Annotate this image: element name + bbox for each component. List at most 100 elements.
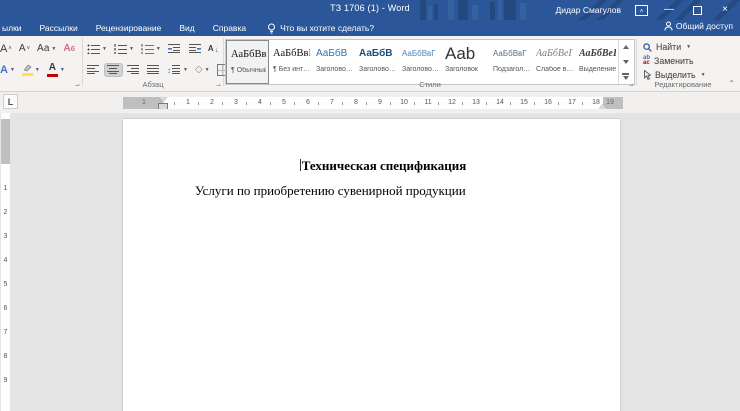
style-item[interactable]: АаБбВеГВыделение bbox=[575, 40, 618, 84]
ruler-number: 13 bbox=[471, 98, 481, 108]
document-body-line[interactable]: Услуги по приобретению сувенирной продук… bbox=[163, 183, 603, 199]
ruler-number: 7 bbox=[329, 98, 335, 108]
highlight-icon[interactable]: ▼ bbox=[20, 63, 42, 77]
tell-me-label: Что вы хотите сделать? bbox=[280, 23, 374, 33]
user-name[interactable]: Дидар Смагулов bbox=[556, 5, 621, 15]
grow-font-icon[interactable]: А˄ bbox=[0, 43, 14, 55]
share-button[interactable]: Общий доступ bbox=[664, 21, 733, 31]
style-item[interactable]: АаБбВвГПодзагол… bbox=[489, 40, 532, 84]
ruler-number: 8 bbox=[353, 98, 359, 108]
vertical-ruler[interactable]: 123456789 bbox=[1, 113, 10, 411]
collapse-ribbon-icon[interactable]: ⌃ bbox=[728, 79, 735, 88]
outdent-icon[interactable] bbox=[166, 43, 183, 55]
clear-formatting-icon[interactable]: Аб bbox=[61, 43, 77, 56]
replace-label: Заменить bbox=[654, 56, 694, 66]
ruler-number: 5 bbox=[1, 281, 10, 288]
style-item[interactable]: АabЗаголовок bbox=[441, 40, 489, 84]
align-right-icon[interactable] bbox=[125, 64, 142, 76]
gallery-scroll-up-icon[interactable] bbox=[619, 40, 632, 55]
styles-gallery: АаБбВвГ¶ Обычный АаБбВвГ¶ Без инт… АаБбВ… bbox=[225, 39, 635, 85]
replace-icon: abac bbox=[643, 56, 650, 66]
multilevel-list-icon[interactable]: ▼ bbox=[139, 43, 163, 55]
ruler-number: 2 bbox=[1, 209, 10, 216]
style-item[interactable]: АаБбВЗаголово… bbox=[355, 40, 398, 84]
align-center-icon[interactable] bbox=[105, 64, 122, 76]
line-spacing-icon[interactable]: ↕▼ bbox=[165, 64, 190, 76]
ruler-number: 3 bbox=[1, 233, 10, 240]
tab-review[interactable]: Рецензирование bbox=[87, 23, 171, 33]
ruler-number: 11 bbox=[423, 98, 432, 108]
bullets-icon[interactable]: ▼ bbox=[85, 43, 109, 55]
tab-selector[interactable]: L bbox=[3, 94, 18, 109]
hanging-indent-marker[interactable] bbox=[159, 104, 167, 109]
tell-me-search[interactable]: Что вы хотите сделать? bbox=[255, 23, 374, 34]
tab-view[interactable]: Вид bbox=[170, 23, 203, 33]
share-label: Общий доступ bbox=[676, 21, 733, 31]
ruler-margin-number: 1 bbox=[141, 98, 147, 108]
style-item[interactable]: АаБбВЗаголово… bbox=[312, 40, 355, 84]
titlebar: ТЗ 1706 (1) - Word Дидар Смагулов ˄ — × bbox=[0, 0, 740, 20]
ruler-number: 14 bbox=[495, 98, 505, 108]
ruler-number: 1 bbox=[185, 98, 191, 108]
shrink-font-icon[interactable]: А˅ bbox=[17, 43, 32, 55]
document-title-line[interactable]: Техническая спецификация bbox=[163, 158, 603, 174]
styles-dialog-launcher[interactable]: ⌐ bbox=[629, 81, 634, 89]
ribbon-tab-row: ылки Рассылки Рецензирование Вид Справка… bbox=[0, 20, 740, 36]
text-cursor bbox=[300, 159, 301, 171]
align-left-icon[interactable] bbox=[85, 64, 102, 76]
shading-icon[interactable]: ◇▼ bbox=[193, 64, 212, 76]
find-label: Найти bbox=[656, 42, 681, 52]
replace-button[interactable]: abac Заменить bbox=[643, 54, 729, 68]
right-indent-marker[interactable] bbox=[599, 104, 607, 109]
font-group: А˄ А˅ Аа▼ Аб А▼ ▼ А▼ ⌐ bbox=[0, 36, 82, 91]
text-effects-icon[interactable]: А▼ bbox=[0, 64, 17, 76]
ribbon-display-options-icon[interactable]: ˄ bbox=[635, 5, 648, 16]
tab-help[interactable]: Справка bbox=[204, 23, 255, 33]
minimize-button[interactable]: — bbox=[662, 3, 676, 17]
horizontal-ruler[interactable]: 1 123456789101112131415161718 19 bbox=[123, 97, 623, 109]
close-button[interactable]: × bbox=[718, 3, 732, 17]
ruler-number: 4 bbox=[1, 257, 10, 264]
ruler-number: 4 bbox=[257, 98, 263, 108]
justify-icon[interactable] bbox=[145, 64, 162, 76]
ruler-number: 9 bbox=[377, 98, 383, 108]
tab-mailings[interactable]: Рассылки bbox=[31, 23, 87, 33]
document-text[interactable]: Техническая спецификация Услуги по приоб… bbox=[163, 158, 603, 199]
tab-references[interactable]: ылки bbox=[2, 23, 31, 33]
ruler-number: 7 bbox=[1, 329, 10, 336]
style-item[interactable]: АаБбВвГЗаголово… bbox=[398, 40, 441, 84]
lightbulb-icon bbox=[267, 23, 276, 34]
indent-icon[interactable] bbox=[186, 43, 203, 55]
paragraph-group-label: Абзац bbox=[83, 80, 223, 89]
font-dialog-launcher[interactable]: ⌐ bbox=[75, 81, 80, 89]
person-icon bbox=[664, 21, 673, 31]
styles-group: АаБбВвГ¶ Обычный АаБбВвГ¶ Без инт… АаБбВ… bbox=[224, 36, 636, 91]
find-button[interactable]: Найти▼ bbox=[643, 40, 729, 54]
word-window: ТЗ 1706 (1) - Word Дидар Смагулов ˄ — × … bbox=[0, 0, 740, 410]
maximize-button[interactable] bbox=[690, 3, 704, 17]
ruler-number: 3 bbox=[233, 98, 239, 108]
styles-group-label: Стили bbox=[224, 80, 636, 89]
ruler-number: 10 bbox=[399, 98, 409, 108]
font-color-icon[interactable]: А▼ bbox=[45, 62, 67, 78]
style-item[interactable]: АаБбВеГСлабое в… bbox=[532, 40, 575, 84]
sort-icon[interactable]: А↓ bbox=[206, 43, 221, 55]
style-item[interactable]: АаБбВвГ¶ Без инт… bbox=[269, 40, 312, 84]
ruler-number: 1 bbox=[1, 185, 10, 192]
gallery-scroll-down-icon[interactable] bbox=[619, 55, 632, 70]
ribbon: А˄ А˅ Аа▼ Аб А▼ ▼ А▼ ⌐ ▼ ▼ ▼ А↓ ¶ bbox=[0, 36, 740, 92]
numbering-icon[interactable]: ▼ bbox=[112, 43, 136, 55]
document-page[interactable]: Техническая спецификация Услуги по приоб… bbox=[123, 119, 620, 411]
maximize-icon bbox=[693, 6, 702, 15]
document-area: 123456789 Техническая спецификация Услуг… bbox=[0, 113, 740, 411]
first-line-indent-marker[interactable] bbox=[159, 97, 167, 102]
ruler-number: 2 bbox=[209, 98, 215, 108]
ruler-number: 15 bbox=[519, 98, 529, 108]
ruler-number: 12 bbox=[447, 98, 457, 108]
change-case-icon[interactable]: Аа▼ bbox=[35, 43, 58, 55]
style-item[interactable]: АаБбВвГ¶ Обычный bbox=[226, 40, 269, 84]
paragraph-dialog-launcher[interactable]: ⌐ bbox=[216, 81, 221, 89]
ruler-number: 6 bbox=[1, 305, 10, 312]
ruler-number: 16 bbox=[543, 98, 553, 108]
ruler-number: 6 bbox=[305, 98, 311, 108]
